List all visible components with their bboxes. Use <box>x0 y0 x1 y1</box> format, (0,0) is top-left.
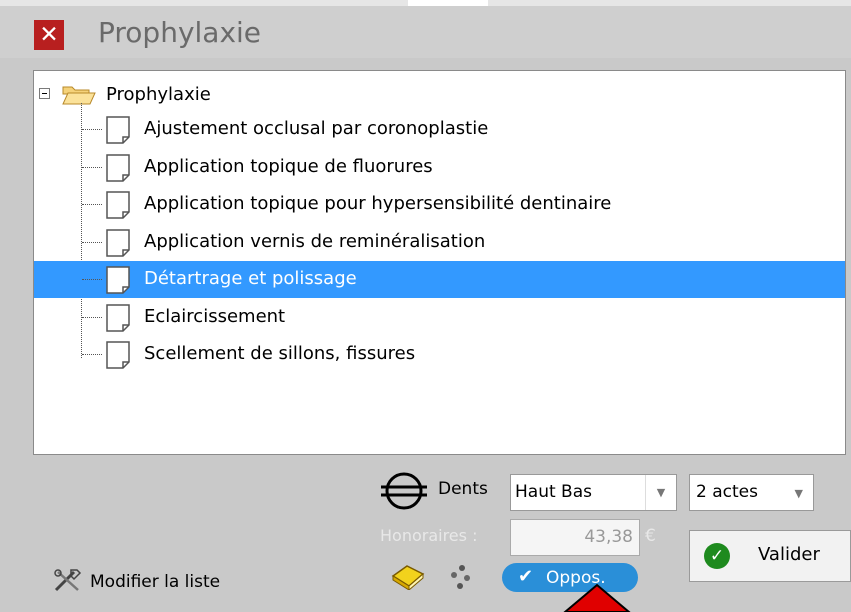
honoraires-value: 43,38 <box>584 527 633 547</box>
document-icon <box>106 303 130 332</box>
modifier-label: Modifier la liste <box>90 572 221 592</box>
valider-button[interactable]: ✓ Valider <box>689 530 851 582</box>
tree-item[interactable]: Application vernis de reminéralisation <box>34 224 845 261</box>
tree-branch-line <box>82 316 102 318</box>
dents-icon <box>381 472 427 510</box>
folder-open-icon <box>62 86 96 105</box>
tree-branch-line <box>82 129 102 130</box>
tree-panel[interactable]: Prophylaxie Ajustement occlusal par coro… <box>33 70 846 455</box>
tree-item[interactable]: Détartrage et polissage <box>34 261 845 298</box>
tree-root-label: Prophylaxie <box>106 84 211 105</box>
window-title: Prophylaxie <box>98 16 262 49</box>
tree-item-label: Application topique pour hypersensibilit… <box>144 193 612 214</box>
tree-item-label: Scellement de sillons, fissures <box>144 343 416 364</box>
chevron-down-icon[interactable]: ▼ <box>645 475 676 510</box>
tree-item-label: Détartrage et polissage <box>144 268 357 289</box>
document-icon <box>106 191 130 219</box>
dents-label: Dents <box>438 479 488 499</box>
actes-select[interactable]: 2 actes ▼ <box>689 474 814 511</box>
tree-item-label: Application vernis de reminéralisation <box>144 230 486 252</box>
tree-item-label: Eclaircissement <box>144 305 286 327</box>
tree-item[interactable]: Ajustement occlusal par coronoplastie <box>34 111 845 148</box>
document-icon <box>106 153 130 182</box>
tree-branch-line <box>82 204 102 205</box>
chevron-down-icon[interactable]: ▼ <box>795 487 803 500</box>
tree-branch-line <box>82 241 102 243</box>
tree-item-label: Application topique de fluorures <box>144 155 433 177</box>
tree-item[interactable]: Application topique pour hypersensibilit… <box>34 186 845 223</box>
document-icon <box>106 116 130 144</box>
red-arrow-icon <box>563 583 631 612</box>
tree-item-label: Ajustement occlusal par coronoplastie <box>144 118 489 139</box>
valider-label: Valider <box>758 544 820 565</box>
book-icon[interactable] <box>390 562 426 590</box>
tree-item[interactable]: Application topique de fluorures <box>34 149 845 186</box>
tree-branch-line <box>82 354 102 355</box>
honoraires-field[interactable]: 43,38 <box>510 519 640 556</box>
close-icon: ✕ <box>39 21 59 48</box>
document-icon <box>106 228 130 257</box>
actes-value: 2 actes <box>696 482 758 502</box>
document-icon <box>106 341 130 369</box>
tree-branch-line <box>82 279 102 280</box>
dots-icon[interactable] <box>448 562 472 592</box>
tree-item[interactable]: Eclaircissement <box>34 299 845 336</box>
close-button[interactable]: ✕ <box>34 20 64 50</box>
currency-label: € <box>645 526 656 546</box>
tree-branch-line <box>82 166 102 168</box>
document-icon <box>106 266 130 294</box>
title-bar: ✕ Prophylaxie <box>0 6 851 58</box>
tree-item[interactable]: Scellement de sillons, fissures <box>34 336 845 373</box>
tree-root[interactable]: Prophylaxie <box>34 81 845 109</box>
honoraires-label: Honoraires : <box>380 526 478 545</box>
check-circle-icon: ✓ <box>704 543 730 569</box>
dents-value: Haut Bas <box>515 482 592 502</box>
dents-select[interactable]: Haut Bas ▼ <box>510 474 677 511</box>
checkmark-icon: ✔ <box>518 566 534 587</box>
collapse-icon[interactable] <box>39 88 50 99</box>
tools-icon <box>54 569 82 592</box>
